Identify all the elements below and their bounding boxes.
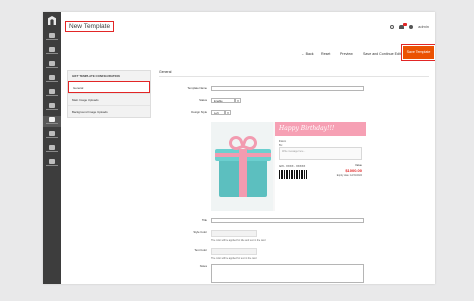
sidebar-item-system[interactable] xyxy=(43,158,61,169)
bell-icon[interactable] xyxy=(398,22,407,29)
config-tabs-title: GIFT TEMPLATE CONFIGURATION xyxy=(72,74,120,78)
marketing-icon xyxy=(49,89,55,94)
user-icon[interactable] xyxy=(408,24,413,29)
user-name[interactable]: admin xyxy=(418,24,429,29)
title-label: Title xyxy=(201,218,207,222)
tab-general[interactable]: General xyxy=(68,81,150,93)
section-title: General xyxy=(159,70,429,77)
title-input[interactable] xyxy=(211,218,364,223)
design-style-value: Left xyxy=(214,111,219,115)
sidebar-item-sales[interactable] xyxy=(43,46,61,57)
template-name-input[interactable] xyxy=(211,86,364,91)
gift-box-image xyxy=(211,122,273,211)
search-icon[interactable] xyxy=(389,24,394,29)
design-style-label: Design Style xyxy=(191,110,207,114)
text-color-label: Text Color xyxy=(194,248,207,252)
reset-button[interactable]: Reset xyxy=(321,52,330,56)
tab-background-image-uploads[interactable]: Background Image Uploads xyxy=(68,105,150,117)
admin-sidebar xyxy=(43,12,61,284)
text-color-picker[interactable] xyxy=(211,248,257,255)
sidebar-item-stores[interactable] xyxy=(43,144,61,155)
card-greeting: Happy Birthday!!! xyxy=(279,125,335,132)
card-code: GIfI - XXXX - XXXXX xyxy=(279,164,306,168)
gift-card: Happy Birthday!!! From: To: Write messag… xyxy=(275,122,366,211)
notes-textarea[interactable] xyxy=(211,264,364,283)
sales-icon xyxy=(49,47,55,52)
reports-icon xyxy=(49,131,55,136)
save-template-button[interactable]: Save Template xyxy=(401,44,435,61)
style-color-picker[interactable] xyxy=(211,230,257,237)
admin-window: New Template admin ← Back Reset Preview … xyxy=(43,12,435,284)
dashboard-icon xyxy=(49,33,55,38)
gift-card-preview: Happy Birthday!!! From: To: Write messag… xyxy=(211,122,366,211)
card-message-box: Write message here... xyxy=(279,147,362,160)
magento-logo-icon[interactable] xyxy=(48,16,56,25)
tab-main-image-uploads[interactable]: Main Image Uploads xyxy=(68,93,150,105)
page-actions: ← Back Reset Preview Save and Continue E… xyxy=(61,42,435,62)
card-header: Happy Birthday!!! xyxy=(275,122,366,136)
chevron-down-icon: ▾ xyxy=(225,110,231,115)
barcode-icon xyxy=(279,170,307,179)
customers-icon xyxy=(49,75,55,80)
content-icon xyxy=(49,103,55,108)
chevron-down-icon: ▾ xyxy=(235,98,241,103)
catalog-icon xyxy=(49,61,55,66)
template-name-label: Template Name xyxy=(187,86,207,90)
card-message-placeholder: Write message here... xyxy=(282,150,306,153)
header-actions: admin xyxy=(386,22,429,29)
sidebar-item-customers[interactable] xyxy=(43,74,61,85)
page-title: New Template xyxy=(65,21,115,32)
style-color-note: The color will be applied for title and … xyxy=(211,239,266,242)
stores-icon xyxy=(49,145,55,150)
notes-label: Notes xyxy=(199,264,207,268)
sidebar-item-catalog[interactable] xyxy=(43,60,61,71)
status-value: Enable xyxy=(214,99,223,103)
config-tabs: GIFT TEMPLATE CONFIGURATION General Main… xyxy=(67,70,151,118)
text-color-note: The color will be applied for text in th… xyxy=(211,257,257,260)
sidebar-item-gift-card[interactable] xyxy=(43,116,61,127)
general-form: General Template Name Status Enable ▾ De… xyxy=(159,70,429,283)
sidebar-item-marketing[interactable] xyxy=(43,88,61,99)
design-style-select[interactable]: Left ▾ xyxy=(211,110,231,115)
save-continue-button[interactable]: Save and Continue Edit xyxy=(363,52,401,56)
sidebar-item-dashboard[interactable] xyxy=(43,32,61,43)
status-select[interactable]: Enable ▾ xyxy=(211,98,241,103)
sidebar-item-reports[interactable] xyxy=(43,130,61,141)
card-value-amount: $1000.00 xyxy=(345,168,362,173)
gift-card-icon xyxy=(49,117,55,122)
style-color-label: Style Color xyxy=(193,230,207,234)
system-icon xyxy=(49,159,55,164)
card-expiry: Expiry date: 12/31/2024 xyxy=(336,174,362,177)
notification-badge xyxy=(402,22,407,26)
top-bar: New Template admin xyxy=(61,12,435,42)
card-value-label: Value xyxy=(355,163,362,167)
sidebar-item-content[interactable] xyxy=(43,102,61,113)
back-button[interactable]: ← Back xyxy=(301,52,314,56)
preview-button[interactable]: Preview xyxy=(340,52,353,56)
status-label: Status xyxy=(199,98,207,102)
